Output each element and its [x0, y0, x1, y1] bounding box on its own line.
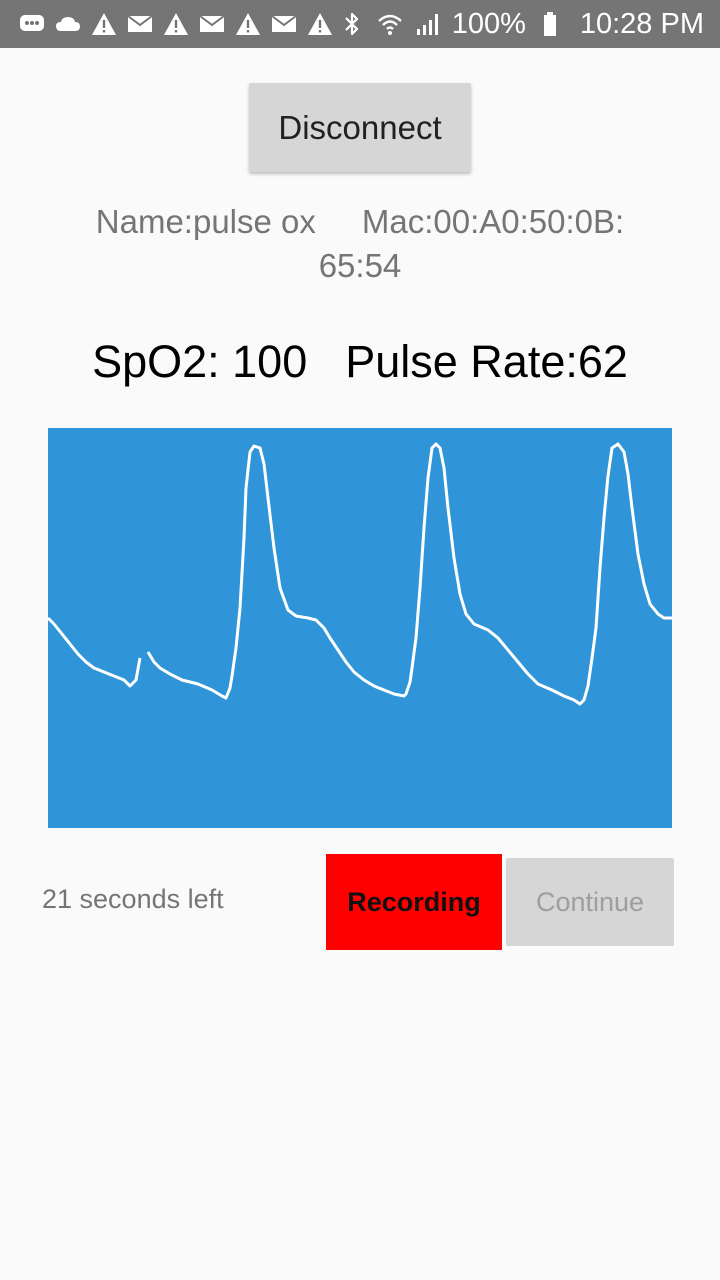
message-icon [18, 10, 46, 38]
spo2-value: SpO2: 100 [92, 336, 308, 387]
warning-icon [234, 10, 262, 38]
continue-button[interactable]: Continue [506, 858, 674, 946]
battery-icon [536, 10, 564, 38]
warning-icon [306, 10, 334, 38]
warning-icon [162, 10, 190, 38]
battery-percentage: 100% [451, 7, 526, 40]
cloud-icon [54, 10, 82, 38]
warning-icon [90, 10, 118, 38]
device-mac: Mac:00:A0:50:0B: [361, 203, 625, 240]
pulse-rate-value: Pulse Rate:62 [345, 336, 628, 387]
system-status: 100% 10:28 PM [338, 8, 704, 41]
pleth-waveform [48, 428, 672, 828]
wifi-icon [376, 10, 404, 38]
status-bar: 100% 10:28 PM [0, 0, 720, 48]
bluetooth-icon [338, 10, 366, 38]
disconnect-button[interactable]: Disconnect [249, 83, 471, 172]
signal-icon [414, 10, 442, 38]
mail-icon [198, 10, 226, 38]
waveform-line [48, 442, 672, 706]
device-name: Name:pulse ox [95, 203, 316, 240]
mail-icon [270, 10, 298, 38]
mail-icon [126, 10, 154, 38]
notification-icons [18, 10, 334, 38]
waveform-graph [48, 442, 672, 706]
countdown-label: 21 seconds left [42, 884, 224, 914]
vitals-readout: SpO2: 100 Pulse Rate:62 [0, 332, 720, 392]
recording-button[interactable]: Recording [326, 854, 502, 950]
device-info: Name:pulse ox Mac:00:A0:50:0B: 65:54 [40, 200, 680, 288]
clock: 10:28 PM [579, 7, 704, 40]
device-mac-continued: 65:54 [318, 247, 402, 284]
